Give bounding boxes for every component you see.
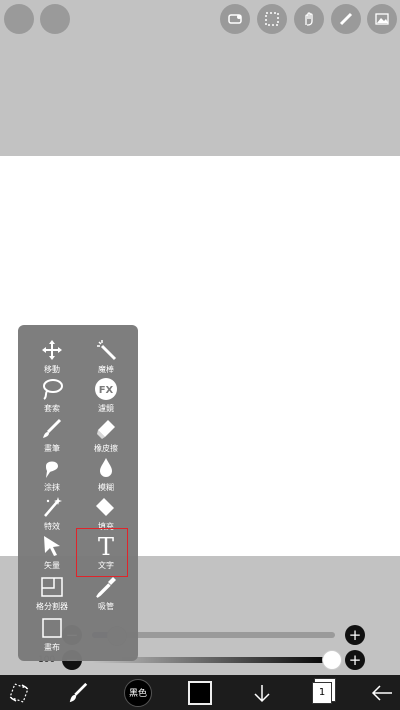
image-icon bbox=[375, 13, 389, 25]
plus-label: + bbox=[348, 625, 362, 644]
circle-button-1[interactable] bbox=[4, 4, 34, 34]
tool-label: 套索 bbox=[44, 404, 60, 413]
opacity-plus-button[interactable]: + bbox=[345, 650, 365, 670]
tool-frame-divider[interactable]: 格分割器 bbox=[24, 574, 80, 618]
tool-move[interactable]: 移動 bbox=[24, 337, 80, 381]
ruler-icon bbox=[339, 12, 353, 26]
tool-magic-wand[interactable]: 魔棒 bbox=[78, 337, 134, 381]
size-plus-button[interactable]: + bbox=[345, 625, 365, 645]
smudge-icon bbox=[46, 461, 58, 478]
color-swatch bbox=[188, 680, 212, 705]
back-arrow-icon bbox=[371, 684, 392, 701]
tool-label: 畫筆 bbox=[44, 444, 60, 453]
selected-tool-highlight bbox=[76, 528, 128, 577]
blur-drop-icon bbox=[100, 458, 112, 477]
tool-label: 模糊 bbox=[98, 483, 114, 492]
tool-eraser[interactable]: 橡皮擦 bbox=[78, 416, 134, 460]
tool-blur[interactable]: 模糊 bbox=[78, 455, 134, 499]
plus-label: + bbox=[348, 650, 362, 669]
layer-transform-button[interactable] bbox=[220, 4, 250, 34]
opacity-slider-knob[interactable] bbox=[322, 650, 342, 670]
tool-lasso[interactable]: 套索 bbox=[24, 376, 80, 420]
back-button[interactable] bbox=[366, 675, 398, 710]
tool-label: 濾鏡 bbox=[98, 404, 114, 413]
tool-pointer[interactable]: 矢量 bbox=[24, 533, 80, 577]
magic-wand-icon bbox=[97, 340, 117, 361]
selection-button[interactable] bbox=[257, 4, 287, 34]
special-effect-icon bbox=[44, 497, 62, 517]
bottom-toolbar: 黑色 1 bbox=[0, 675, 400, 710]
fill-bucket-icon bbox=[96, 498, 114, 516]
tool-smudge[interactable]: 涂抹 bbox=[24, 455, 80, 499]
filter-icon-text: FX bbox=[99, 385, 114, 396]
tool-label: 橡皮擦 bbox=[94, 444, 118, 453]
lasso-icon bbox=[43, 379, 63, 400]
brush-size-icon: 黑色 bbox=[124, 678, 152, 707]
tool-canvas[interactable]: 畫布 bbox=[24, 615, 80, 659]
pointer-icon bbox=[44, 536, 60, 556]
tool-label: 畫布 bbox=[44, 643, 60, 652]
brush-icon bbox=[69, 682, 88, 702]
tool-label: 魔棒 bbox=[98, 365, 114, 374]
brush-button[interactable] bbox=[60, 675, 96, 710]
frame-divider-icon bbox=[41, 577, 63, 597]
layers-icon: 1 bbox=[312, 681, 332, 704]
canvas-icon bbox=[42, 618, 62, 638]
brush-icon bbox=[43, 418, 62, 438]
filter-icon: FX bbox=[95, 378, 117, 400]
move-icon bbox=[42, 340, 62, 360]
tool-special[interactable]: 特效 bbox=[24, 494, 80, 538]
circle-button-2[interactable] bbox=[40, 4, 70, 34]
tool-filter[interactable]: FX 濾鏡 bbox=[78, 376, 134, 420]
download-button[interactable] bbox=[246, 675, 278, 710]
tool-label: 涂抹 bbox=[44, 483, 60, 492]
eyedropper-icon bbox=[96, 577, 116, 598]
transform-icon bbox=[9, 682, 29, 703]
tool-brush[interactable]: 畫筆 bbox=[24, 416, 80, 460]
hand-icon bbox=[305, 12, 313, 26]
tool-eyedropper[interactable]: 吸管 bbox=[78, 574, 134, 618]
layer-transform-icon bbox=[228, 14, 242, 24]
transform-button[interactable] bbox=[2, 675, 36, 710]
image-button[interactable] bbox=[367, 4, 397, 34]
selection-icon bbox=[265, 12, 279, 26]
tool-label: 移動 bbox=[44, 365, 60, 374]
hand-button[interactable] bbox=[294, 4, 324, 34]
color-button[interactable] bbox=[184, 675, 216, 710]
eraser-icon bbox=[97, 420, 115, 439]
tool-label: 特效 bbox=[44, 522, 60, 531]
brush-size-button[interactable]: 黑色 bbox=[122, 675, 154, 710]
download-arrow-icon bbox=[254, 684, 270, 702]
tool-label: 格分割器 bbox=[36, 602, 68, 611]
layers-button[interactable]: 1 bbox=[306, 675, 338, 710]
tool-label: 矢量 bbox=[44, 561, 60, 570]
tool-label: 吸管 bbox=[98, 602, 114, 611]
ruler-button[interactable] bbox=[331, 4, 361, 34]
